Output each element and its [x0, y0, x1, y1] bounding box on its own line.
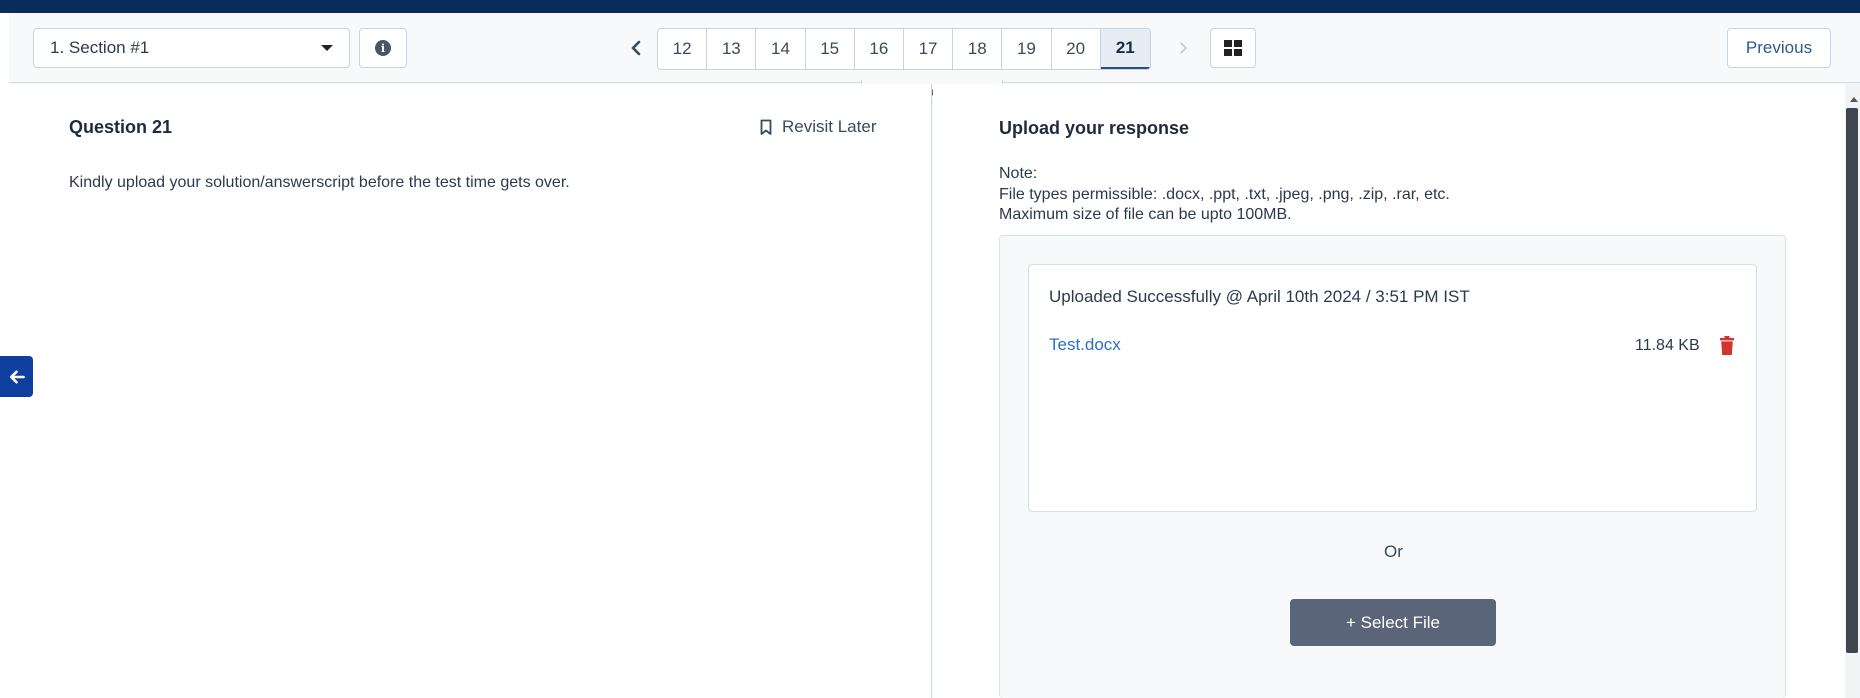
revisit-later-button[interactable]: Revisit Later: [760, 117, 876, 137]
or-divider: Or: [1384, 542, 1403, 561]
page-button-14[interactable]: 14: [756, 29, 806, 69]
note-file-types: File types permissible: .docx, .ppt, .tx…: [999, 185, 1450, 203]
page-button-18[interactable]: 18: [953, 29, 1003, 69]
upload-status: Uploaded Successfully @ April 10th 2024 …: [1049, 287, 1470, 306]
chevron-left-icon: [631, 40, 641, 56]
chevron-down-icon: [321, 45, 333, 51]
uploaded-file-size: 11.84 KB: [1635, 337, 1700, 354]
test-frame: 1. Section #1 i 12 13 14 15 16 17 18 19 20 21: [9, 13, 1860, 698]
arrow-left-icon: [9, 370, 25, 383]
page-button-19[interactable]: 19: [1002, 29, 1052, 69]
chevron-right-icon: [1180, 42, 1187, 54]
upload-title: Upload your response: [999, 118, 1190, 138]
page-button-15[interactable]: 15: [806, 29, 855, 69]
scrollbar-thumb[interactable]: [1846, 108, 1858, 653]
uploaded-file-link[interactable]: Test.docx: [1049, 335, 1121, 355]
side-panel-toggle[interactable]: [0, 356, 33, 397]
scroll-up-arrow[interactable]: [1850, 97, 1858, 102]
uploaded-file-card: Uploaded Successfully @ April 10th 2024 …: [1028, 264, 1757, 512]
grid-icon: [1224, 40, 1242, 56]
trash-icon[interactable]: [1719, 336, 1735, 356]
note-file-size: Maximum size of file can be upto 100MB.: [999, 206, 1292, 223]
question-pager: 12 13 14 15 16 17 18 19 20 21: [657, 28, 1151, 70]
pager-next-button[interactable]: [1171, 35, 1195, 61]
page-button-16[interactable]: 16: [855, 29, 904, 69]
question-title: Question 21: [69, 117, 173, 137]
info-button[interactable]: i: [359, 28, 407, 68]
info-icon: i: [375, 40, 391, 56]
question-text: Kindly upload your solution/answerscript…: [69, 174, 570, 191]
pager-prev-button[interactable]: [621, 35, 651, 61]
page-button-21[interactable]: 21: [1100, 29, 1150, 69]
upload-note: Note: File types permissible: .docx, .pp…: [999, 164, 1450, 226]
section-select-value: 1. Section #1: [50, 38, 150, 57]
question-grid-button[interactable]: [1210, 28, 1256, 68]
page-button-13[interactable]: 13: [707, 29, 757, 69]
response-pane: Upload your response Note: File types pe…: [933, 84, 1845, 698]
page-button-12[interactable]: 12: [658, 29, 708, 69]
top-bar: [0, 0, 1860, 13]
note-label: Note:: [999, 165, 1038, 182]
page-button-20[interactable]: 20: [1052, 29, 1101, 69]
previous-button[interactable]: Previous: [1727, 28, 1831, 68]
question-pane: Question 21 Revisit Later Kindly upload …: [9, 84, 932, 698]
page-button-17[interactable]: 17: [904, 29, 954, 69]
bookmark-icon: [760, 119, 772, 135]
upload-area: Uploaded Successfully @ April 10th 2024 …: [999, 235, 1786, 698]
header-bar: 1. Section #1 i 12 13 14 15 16 17 18 19 20 21: [9, 13, 1860, 83]
section-select[interactable]: 1. Section #1: [33, 28, 350, 68]
select-file-button[interactable]: + Select File: [1290, 599, 1496, 646]
revisit-later-label: Revisit Later: [782, 117, 877, 136]
